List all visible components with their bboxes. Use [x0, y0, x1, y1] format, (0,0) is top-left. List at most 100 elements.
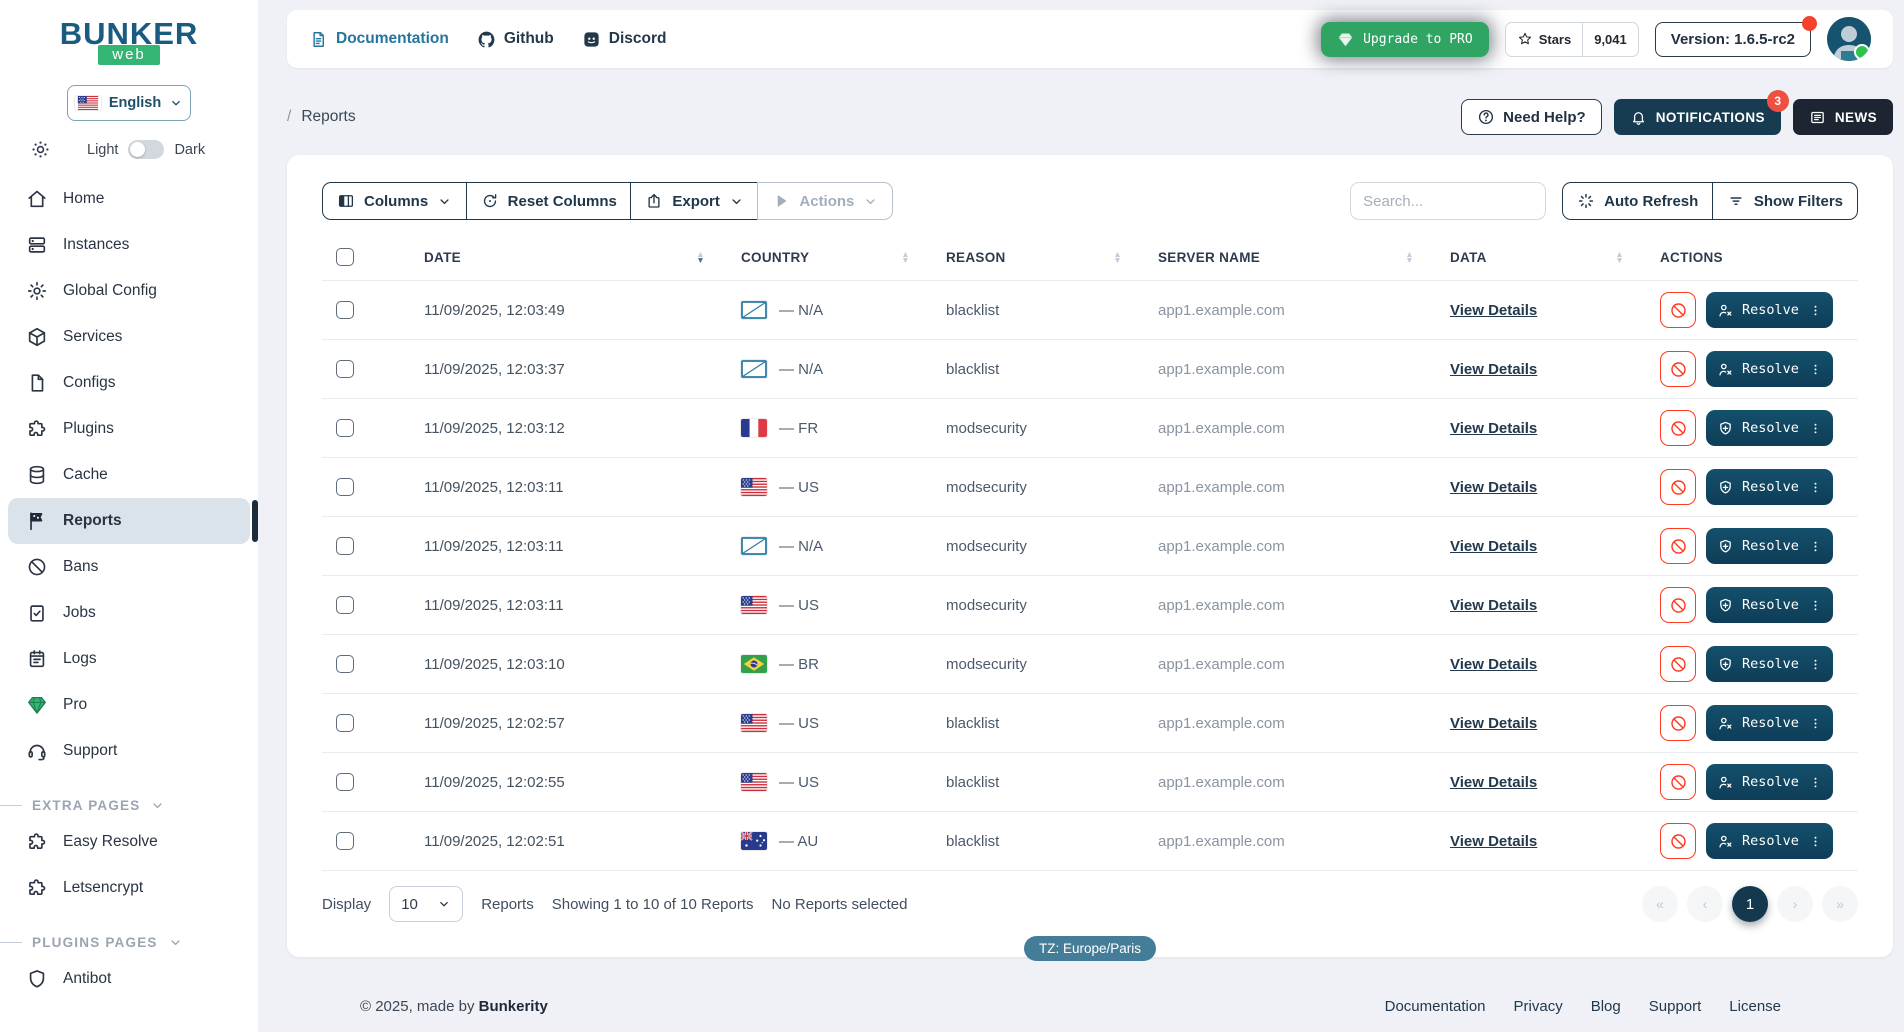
sidebar-item-configs[interactable]: Configs — [8, 360, 250, 406]
top-link-discord[interactable]: Discord — [582, 30, 667, 49]
resolve-button[interactable]: Resolve — [1706, 410, 1833, 446]
columns-button[interactable]: Columns — [322, 182, 467, 220]
top-link-documentation[interactable]: Documentation — [309, 30, 449, 49]
show-filters-button[interactable]: Show Filters — [1712, 182, 1858, 220]
resolve-button[interactable]: Resolve — [1706, 764, 1833, 800]
kebab-menu-icon[interactable] — [1809, 362, 1822, 377]
need-help-button[interactable]: Need Help? — [1461, 99, 1602, 135]
upgrade-to-pro-button[interactable]: Upgrade to PRO — [1321, 22, 1489, 57]
github-stars-button[interactable]: Stars 9,041 — [1505, 22, 1639, 57]
view-details-link[interactable]: View Details — [1450, 597, 1537, 614]
kebab-menu-icon[interactable] — [1809, 775, 1822, 790]
ban-button[interactable] — [1660, 823, 1696, 859]
view-details-link[interactable]: View Details — [1450, 479, 1537, 496]
ban-button[interactable] — [1660, 351, 1696, 387]
sidebar-item-support[interactable]: Support — [8, 728, 250, 774]
ban-button[interactable] — [1660, 705, 1696, 741]
view-details-link[interactable]: View Details — [1450, 715, 1537, 732]
row-checkbox[interactable] — [336, 832, 354, 850]
sidebar-item-global-config[interactable]: Global Config — [8, 268, 250, 314]
footer-link-blog[interactable]: Blog — [1591, 998, 1621, 1015]
kebab-menu-icon[interactable] — [1809, 303, 1822, 318]
sort-icon[interactable]: ▲▼ — [696, 251, 705, 263]
view-details-link[interactable]: View Details — [1450, 656, 1537, 673]
sidebar-item-services[interactable]: Services — [8, 314, 250, 360]
view-details-link[interactable]: View Details — [1450, 361, 1537, 378]
per-page-select[interactable]: 10 — [389, 886, 463, 922]
notifications-button[interactable]: NOTIFICATIONS 3 — [1614, 99, 1781, 135]
page-button--[interactable]: » — [1822, 886, 1858, 922]
sidebar-item-home[interactable]: Home — [8, 176, 250, 222]
sidebar-item-jobs[interactable]: Jobs — [8, 590, 250, 636]
column-header-country[interactable]: COUNTRY — [741, 250, 809, 265]
footer-link-license[interactable]: License — [1729, 998, 1781, 1015]
kebab-menu-icon[interactable] — [1809, 834, 1822, 849]
ban-button[interactable] — [1660, 528, 1696, 564]
avatar[interactable] — [1827, 17, 1871, 61]
kebab-menu-icon[interactable] — [1809, 421, 1822, 436]
footer-link-documentation[interactable]: Documentation — [1385, 998, 1486, 1015]
row-checkbox[interactable] — [336, 596, 354, 614]
ban-button[interactable] — [1660, 587, 1696, 623]
row-checkbox[interactable] — [336, 773, 354, 791]
kebab-menu-icon[interactable] — [1809, 598, 1822, 613]
view-details-link[interactable]: View Details — [1450, 774, 1537, 791]
sidebar-item-reports[interactable]: Reports — [8, 498, 250, 544]
actions-button[interactable]: Actions — [757, 182, 893, 220]
sidebar-section-extra-pages[interactable]: EXTRA PAGES — [0, 798, 258, 813]
resolve-button[interactable]: Resolve — [1706, 587, 1833, 623]
column-header-reason[interactable]: REASON — [946, 250, 1006, 265]
page-button--[interactable]: « — [1642, 886, 1678, 922]
row-checkbox[interactable] — [336, 419, 354, 437]
column-header-data[interactable]: DATA — [1450, 250, 1487, 265]
column-header-server-name[interactable]: SERVER NAME — [1158, 250, 1260, 265]
column-header-date[interactable]: DATE — [424, 250, 461, 265]
kebab-menu-icon[interactable] — [1809, 657, 1822, 672]
sort-icon[interactable]: ▲▼ — [1113, 251, 1122, 263]
sidebar-item-logs[interactable]: Logs — [8, 636, 250, 682]
reset-columns-button[interactable]: Reset Columns — [466, 182, 632, 220]
theme-toggle[interactable] — [128, 140, 164, 159]
sidebar-item-bans[interactable]: Bans — [8, 544, 250, 590]
version-badge[interactable]: Version: 1.6.5-rc2 — [1655, 22, 1811, 57]
sidebar-item-easy-resolve[interactable]: Easy Resolve — [8, 819, 250, 865]
sidebar-item-pro[interactable]: Pro — [8, 682, 250, 728]
sidebar-item-letsencrypt[interactable]: Letsencrypt — [8, 865, 250, 911]
row-checkbox[interactable] — [336, 301, 354, 319]
sort-icon[interactable]: ▲▼ — [901, 251, 910, 263]
resolve-button[interactable]: Resolve — [1706, 705, 1833, 741]
breadcrumb-page[interactable]: Reports — [301, 108, 355, 126]
footer-link-privacy[interactable]: Privacy — [1514, 998, 1563, 1015]
resolve-button[interactable]: Resolve — [1706, 528, 1833, 564]
sidebar-item-plugins[interactable]: Plugins — [8, 406, 250, 452]
sidebar-item-antibot[interactable]: Antibot — [8, 956, 250, 1002]
row-checkbox[interactable] — [336, 714, 354, 732]
sidebar-item-instances[interactable]: Instances — [8, 222, 250, 268]
view-details-link[interactable]: View Details — [1450, 538, 1537, 555]
resolve-button[interactable]: Resolve — [1706, 646, 1833, 682]
view-details-link[interactable]: View Details — [1450, 833, 1537, 850]
kebab-menu-icon[interactable] — [1809, 716, 1822, 731]
footer-link-support[interactable]: Support — [1649, 998, 1702, 1015]
ban-button[interactable] — [1660, 764, 1696, 800]
page-button--[interactable]: › — [1777, 886, 1813, 922]
page-button-current[interactable]: 1 — [1732, 886, 1768, 922]
select-all-checkbox[interactable] — [336, 248, 354, 266]
page-button--[interactable]: ‹ — [1687, 886, 1723, 922]
sort-icon[interactable]: ▲▼ — [1615, 251, 1624, 263]
resolve-button[interactable]: Resolve — [1706, 292, 1833, 328]
resolve-button[interactable]: Resolve — [1706, 469, 1833, 505]
view-details-link[interactable]: View Details — [1450, 420, 1537, 437]
ban-button[interactable] — [1660, 292, 1696, 328]
row-checkbox[interactable] — [336, 537, 354, 555]
kebab-menu-icon[interactable] — [1809, 480, 1822, 495]
resolve-button[interactable]: Resolve — [1706, 351, 1833, 387]
row-checkbox[interactable] — [336, 655, 354, 673]
auto-refresh-button[interactable]: Auto Refresh — [1562, 182, 1713, 220]
sidebar-section-plugins-pages[interactable]: PLUGINS PAGES — [0, 935, 258, 950]
view-details-link[interactable]: View Details — [1450, 302, 1537, 319]
ban-button[interactable] — [1660, 410, 1696, 446]
row-checkbox[interactable] — [336, 360, 354, 378]
ban-button[interactable] — [1660, 469, 1696, 505]
top-link-github[interactable]: Github — [477, 30, 554, 49]
